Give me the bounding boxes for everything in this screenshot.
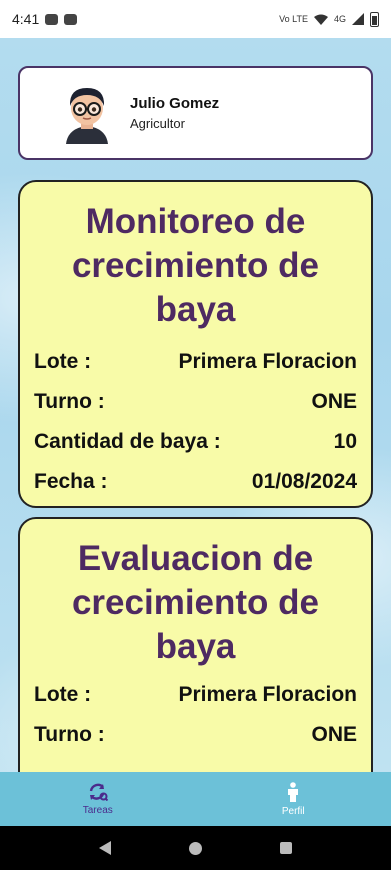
nav-label-perfil: Perfil: [281, 805, 305, 817]
wifi-icon: [313, 14, 328, 25]
cell-signal-icon: [352, 13, 364, 25]
task-field-row: Lote : Primera Floracion: [34, 675, 357, 715]
field-label: Lote :: [34, 683, 92, 706]
avatar: [60, 82, 114, 144]
nav-tab-perfil[interactable]: Perfil: [196, 772, 391, 826]
notification-app-icon: [45, 13, 59, 25]
task-field-row: Cantidad de baya : 10: [34, 422, 357, 462]
task-card[interactable]: Monitoreo de crecimiento de baya Lote : …: [18, 180, 373, 508]
task-card[interactable]: Evaluacion de crecimiento de baya Lote :…: [18, 517, 373, 772]
task-field-row: Fecha : 01/08/2024: [34, 462, 357, 502]
person-icon: [288, 781, 299, 802]
profile-card[interactable]: Julio Gomez Agricultor: [18, 66, 373, 160]
field-value: Primera Floracion: [178, 350, 357, 373]
field-label: Fecha :: [34, 470, 108, 493]
task-title: Evaluacion de crecimiento de baya: [71, 539, 320, 666]
bottom-nav: Tareas Perfil: [0, 772, 391, 826]
task-field-row: Turno : ONE: [34, 382, 357, 422]
profile-text: Julio Gomez Agricultor: [130, 95, 219, 131]
main-content[interactable]: Julio Gomez Agricultor Monitoreo de crec…: [0, 38, 391, 772]
network-type: Vo LTE: [279, 14, 308, 24]
field-value: ONE: [311, 390, 357, 413]
field-label: Cantidad de baya :: [34, 430, 221, 453]
nav-label-tareas: Tareas: [82, 804, 113, 816]
task-field-row: Lote : Primera Floracion: [34, 342, 357, 382]
battery-icon: [370, 11, 379, 27]
task-title: Monitoreo de crecimiento de baya: [71, 202, 320, 329]
status-bar: 4:41 Vo LTE 4G: [0, 0, 391, 38]
back-icon[interactable]: [99, 841, 111, 855]
profile-role: Agricultor: [130, 116, 185, 131]
field-value: 01/08/2024: [251, 470, 357, 493]
youtube-icon: [64, 13, 78, 25]
signal-type: 4G: [333, 14, 346, 24]
field-value: ONE: [311, 723, 357, 746]
nav-tab-tareas[interactable]: Tareas: [0, 772, 196, 826]
task-field-row: Turno : ONE: [34, 715, 357, 755]
system-nav-bar: [0, 826, 391, 870]
recent-apps-icon[interactable]: [280, 842, 292, 854]
profile-name: Julio Gomez: [130, 95, 220, 112]
field-label: Turno :: [34, 390, 105, 413]
field-label: Lote :: [34, 350, 92, 373]
field-label: Turno :: [34, 723, 105, 746]
status-time: 4:41: [12, 11, 40, 27]
field-value: Primera Floracion: [178, 683, 357, 706]
field-value: 10: [333, 430, 357, 453]
home-icon[interactable]: [189, 841, 202, 855]
tasks-sync-icon: [89, 783, 108, 801]
